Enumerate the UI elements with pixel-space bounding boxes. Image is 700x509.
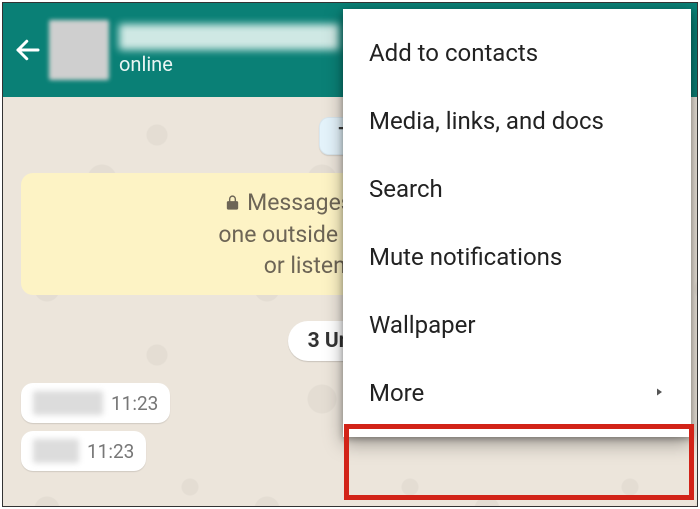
menu-item-wallpaper[interactable]: Wallpaper: [343, 291, 691, 359]
incoming-message[interactable]: 11:23: [21, 431, 146, 471]
menu-item-media-links-docs[interactable]: Media, links, and docs: [343, 87, 691, 155]
message-text-redacted: [33, 391, 103, 415]
menu-item-label: Add to contacts: [369, 39, 538, 67]
overflow-menu: Add to contacts Media, links, and docs S…: [343, 9, 691, 437]
menu-item-more[interactable]: More: [343, 359, 691, 427]
message-time: 11:23: [87, 440, 134, 463]
menu-item-label: Search: [369, 175, 443, 203]
header-title-block[interactable]: online: [119, 24, 339, 76]
lock-icon: [224, 188, 241, 219]
arrow-left-icon: [13, 35, 43, 65]
incoming-message[interactable]: 11:23: [21, 383, 170, 423]
menu-item-label: Wallpaper: [369, 311, 476, 339]
contact-name-redacted: [119, 24, 339, 50]
menu-item-label: More: [369, 379, 424, 407]
presence-status: online: [119, 52, 339, 76]
chevron-right-icon: [653, 383, 665, 404]
menu-item-mute-notifications[interactable]: Mute notifications: [343, 223, 691, 291]
menu-item-search[interactable]: Search: [343, 155, 691, 223]
avatar[interactable]: [49, 20, 109, 80]
message-text-redacted: [33, 439, 79, 463]
app-screen: online To Messages and calls ar one outs…: [2, 2, 698, 507]
menu-item-label: Mute notifications: [369, 243, 562, 271]
menu-item-add-to-contacts[interactable]: Add to contacts: [343, 19, 691, 87]
message-time: 11:23: [111, 392, 158, 415]
menu-item-label: Media, links, and docs: [369, 107, 604, 135]
back-button[interactable]: [11, 33, 45, 67]
message-row: 11:23: [21, 431, 679, 471]
